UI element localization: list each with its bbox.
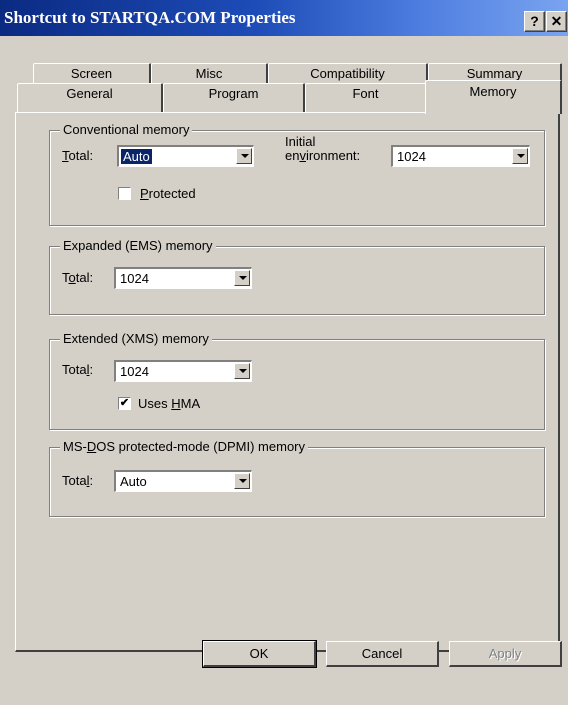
dpmi-memory-group: MS-DOS protected-mode (DPMI) memory Tota… [49,439,545,517]
tab-program[interactable]: Program [163,83,305,113]
cancel-button[interactable]: Cancel [326,641,439,667]
initial-environment-label-line1: Initial [285,134,316,149]
tab-screen[interactable]: Screen [33,63,151,83]
window-title: Shortcut to STARTQA.COM Properties [4,8,296,27]
tab-memory[interactable]: Memory [425,80,562,114]
help-button[interactable]: ? [524,11,545,32]
chevron-down-icon[interactable] [512,148,528,164]
close-icon: ✕ [550,13,563,29]
memory-panel: Conventional memory Total: Auto Initial … [15,112,560,652]
dialog-body: Screen Misc Compatibility Summary Genera… [0,36,568,705]
expanded-total-label: Total: [62,270,94,285]
tab-misc[interactable]: Misc [151,63,268,83]
chevron-down-icon[interactable] [234,270,250,286]
dpmi-total-value: Auto [120,474,147,489]
dpmi-total-select[interactable]: Auto [114,470,252,492]
tab-general[interactable]: General [17,83,163,113]
dpmi-total-label: Total: [62,473,94,488]
uses-hma-label: Uses HMA [138,396,201,411]
conventional-total-label: Total: [62,148,94,163]
protected-label: Protected [140,186,196,201]
protected-checkbox[interactable] [118,187,131,200]
extended-total-select[interactable]: 1024 [114,360,252,382]
ok-button[interactable]: OK [202,640,317,668]
initial-environment-value: 1024 [397,149,426,164]
chevron-down-icon[interactable] [234,363,250,379]
extended-memory-group: Extended (XMS) memory Total: 1024 ✔ Uses… [49,331,545,430]
extended-memory-label: Extended (XMS) memory [60,331,212,346]
conventional-memory-label: Conventional memory [60,122,193,137]
tab-compatibility[interactable]: Compatibility [268,63,428,83]
expanded-total-select[interactable]: 1024 [114,267,252,289]
expanded-memory-group: Expanded (EMS) memory Total: 1024 [49,238,545,315]
conventional-total-value: Auto [121,149,152,164]
apply-button[interactable]: Apply [449,641,562,667]
tab-font[interactable]: Font [305,83,427,113]
chevron-down-icon[interactable] [236,148,252,164]
chevron-down-icon[interactable] [234,473,250,489]
initial-environment-select[interactable]: 1024 [391,145,530,167]
close-button[interactable]: ✕ [546,11,567,32]
extended-total-label: Total: [62,362,94,377]
conventional-memory-group: Conventional memory Total: Auto Initial … [49,122,545,226]
conventional-total-select[interactable]: Auto [117,145,254,167]
title-bar[interactable]: Shortcut to STARTQA.COM Properties ? ✕ [0,0,568,36]
dpmi-memory-label: MS-DOS protected-mode (DPMI) memory [60,439,309,454]
initial-environment-label-line2: environment: [285,148,361,163]
expanded-total-value: 1024 [120,271,149,286]
checkmark-icon: ✔ [119,397,130,409]
expanded-memory-label: Expanded (EMS) memory [60,238,216,253]
extended-total-value: 1024 [120,364,149,379]
uses-hma-checkbox[interactable]: ✔ [118,397,131,410]
